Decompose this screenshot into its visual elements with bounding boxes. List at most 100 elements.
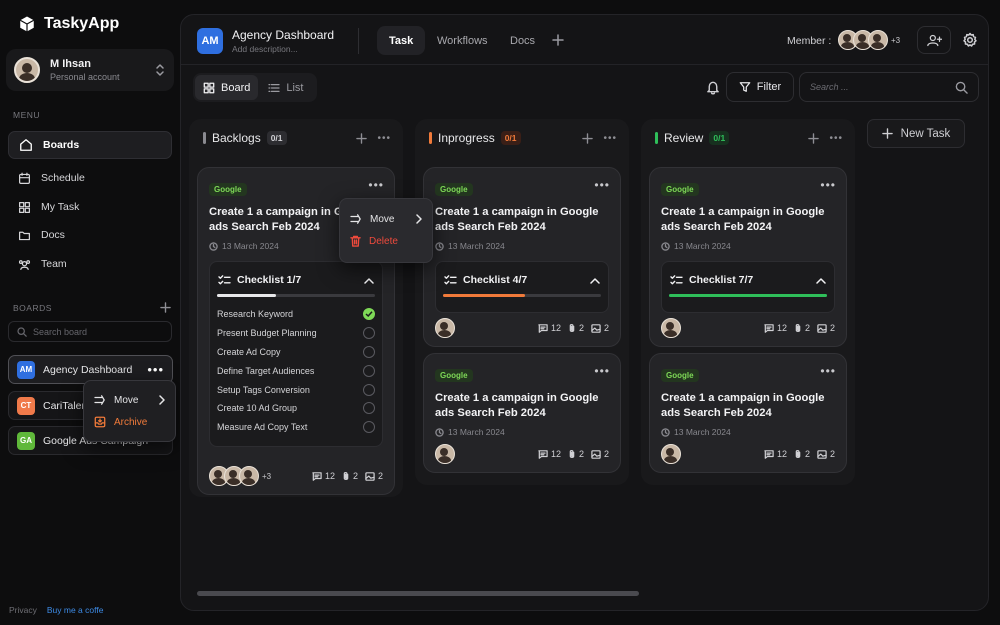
add-member-button[interactable] bbox=[917, 26, 951, 54]
more-icon[interactable]: ••• bbox=[820, 364, 836, 378]
checklist-item-label: Setup Tags Conversion bbox=[217, 384, 310, 395]
checkbox[interactable] bbox=[363, 383, 375, 396]
more-icon[interactable]: ••• bbox=[147, 362, 164, 377]
add-card-icon[interactable] bbox=[356, 132, 368, 144]
checklist-header[interactable]: Checklist 7/7 bbox=[670, 274, 826, 286]
board-view-icon bbox=[203, 82, 215, 93]
card-members[interactable]: +3 bbox=[209, 466, 271, 486]
search-board-input[interactable]: Search board bbox=[8, 321, 172, 342]
image-count: 2 bbox=[377, 471, 383, 481]
checklist-header[interactable]: Checklist 4/7 bbox=[444, 274, 600, 286]
avatar bbox=[661, 318, 681, 338]
filter-icon bbox=[739, 82, 751, 92]
checkbox[interactable] bbox=[363, 345, 375, 358]
column-review: Review 0/1 ••• Google ••• Create 1 a cam… bbox=[641, 119, 855, 485]
card-date-text: 13 March 2024 bbox=[674, 427, 731, 437]
checkbox[interactable] bbox=[363, 402, 375, 415]
more-icon[interactable]: ••• bbox=[829, 133, 843, 144]
sidebar-item-schedule[interactable]: Schedule bbox=[8, 164, 172, 192]
card-members[interactable] bbox=[661, 318, 681, 338]
more-icon[interactable]: ••• bbox=[603, 133, 617, 144]
bell-icon[interactable] bbox=[706, 80, 720, 95]
checklist-item[interactable]: Research Keyword bbox=[210, 305, 382, 324]
member-avatars[interactable]: +3 bbox=[838, 30, 900, 50]
view-board-label: Board bbox=[221, 81, 251, 94]
card-members[interactable] bbox=[435, 318, 455, 338]
task-card[interactable]: Google ••• Create 1 a campaign in Google… bbox=[649, 167, 847, 347]
gear-icon[interactable] bbox=[962, 32, 978, 48]
view-toggle: Board List bbox=[193, 73, 317, 102]
more-icon[interactable]: ••• bbox=[820, 178, 836, 192]
add-board-icon[interactable] bbox=[160, 302, 171, 313]
checklist-item[interactable]: Measure Ad Copy Text bbox=[210, 418, 382, 437]
horizontal-scrollbar[interactable] bbox=[197, 591, 639, 596]
checklist-tasks: Research Keyword Present Budget Planning… bbox=[210, 305, 382, 437]
card-menu-delete[interactable]: Delete bbox=[340, 230, 432, 252]
new-task-button[interactable]: New Task bbox=[867, 119, 965, 148]
column-backlogs: Backlogs 0/1 ••• Google ••• Create 1 a c… bbox=[189, 119, 403, 497]
sidebar-item-my-task[interactable]: My Task bbox=[8, 193, 172, 221]
add-card-icon[interactable] bbox=[582, 132, 594, 144]
buy-coffee-link[interactable]: Buy me a coffe bbox=[47, 605, 104, 615]
task-card[interactable]: Google ••• Create 1 a campaign in Google… bbox=[649, 353, 847, 473]
card-date-text: 13 March 2024 bbox=[674, 241, 731, 251]
card-members[interactable] bbox=[435, 444, 455, 464]
task-card[interactable]: Google ••• Create 1 a campaign in Google… bbox=[423, 167, 621, 347]
sidebar-item-boards[interactable]: Boards bbox=[8, 131, 172, 159]
checklist-item[interactable]: Create Ad Copy bbox=[210, 343, 382, 362]
view-list-label: List bbox=[286, 81, 304, 94]
more-icon[interactable]: ••• bbox=[594, 364, 610, 378]
checklist-item[interactable]: Create 10 Ad Group bbox=[210, 399, 382, 418]
comment-icon bbox=[764, 449, 774, 459]
checklist-progress-fill bbox=[217, 294, 277, 297]
sidebar-item-label: Team bbox=[41, 258, 67, 270]
menu-section-label: MENU bbox=[13, 110, 41, 120]
avatar bbox=[14, 57, 40, 83]
clock-icon bbox=[661, 427, 670, 437]
more-icon[interactable]: ••• bbox=[377, 133, 391, 144]
tab-workflows[interactable]: Workflows bbox=[425, 26, 500, 55]
checkbox[interactable] bbox=[363, 327, 375, 340]
card-date: 13 March 2024 bbox=[435, 241, 505, 251]
task-card[interactable]: Google ••• Create 1 a campaign in Google… bbox=[423, 353, 621, 473]
add-tab-icon[interactable] bbox=[552, 34, 564, 46]
comment-icon bbox=[312, 471, 322, 481]
board-menu-move[interactable]: Move bbox=[84, 389, 175, 411]
clock-icon bbox=[209, 241, 218, 251]
attachment-count: 2 bbox=[352, 471, 358, 481]
add-card-icon[interactable] bbox=[808, 132, 820, 144]
search-icon bbox=[955, 81, 968, 94]
account-switcher[interactable]: M Ihsan Personal account bbox=[6, 49, 174, 91]
search-input[interactable]: Search ... bbox=[799, 72, 979, 102]
checklist-header[interactable]: Checklist 1/7 bbox=[218, 274, 374, 286]
tab-task[interactable]: Task bbox=[377, 26, 426, 55]
view-list-button[interactable]: List bbox=[260, 75, 311, 100]
card-members[interactable] bbox=[661, 444, 681, 464]
board-context-menu: Move Archive bbox=[83, 380, 176, 442]
project-logo: AM bbox=[197, 28, 223, 54]
description-input[interactable]: Add description... bbox=[232, 44, 334, 54]
image-icon bbox=[365, 471, 375, 481]
sidebar-item-team[interactable]: Team bbox=[8, 250, 172, 278]
header-divider-line bbox=[181, 64, 988, 65]
search-placeholder: Search ... bbox=[810, 82, 849, 92]
image-count: 2 bbox=[829, 323, 835, 333]
card-menu-move[interactable]: Move bbox=[340, 208, 432, 230]
sidebar-item-docs[interactable]: Docs bbox=[8, 221, 172, 249]
column-count: 0/1 bbox=[709, 131, 730, 145]
tab-docs[interactable]: Docs bbox=[498, 26, 547, 55]
privacy-link[interactable]: Privacy bbox=[9, 605, 37, 615]
filter-button[interactable]: Filter bbox=[726, 72, 794, 102]
more-icon[interactable]: ••• bbox=[594, 178, 610, 192]
comment-icon bbox=[764, 323, 774, 333]
checklist-item[interactable]: Setup Tags Conversion bbox=[210, 380, 382, 399]
checklist-item[interactable]: Define Target Audiences bbox=[210, 361, 382, 380]
checkbox[interactable] bbox=[363, 364, 375, 377]
checklist-item-label: Define Target Audiences bbox=[217, 365, 315, 376]
checkbox[interactable] bbox=[363, 421, 375, 434]
more-icon[interactable]: ••• bbox=[368, 178, 384, 192]
board-menu-archive[interactable]: Archive bbox=[84, 411, 175, 433]
view-board-button[interactable]: Board bbox=[195, 75, 259, 100]
checkbox-checked[interactable] bbox=[363, 308, 375, 321]
checklist-item[interactable]: Present Budget Planning bbox=[210, 324, 382, 343]
